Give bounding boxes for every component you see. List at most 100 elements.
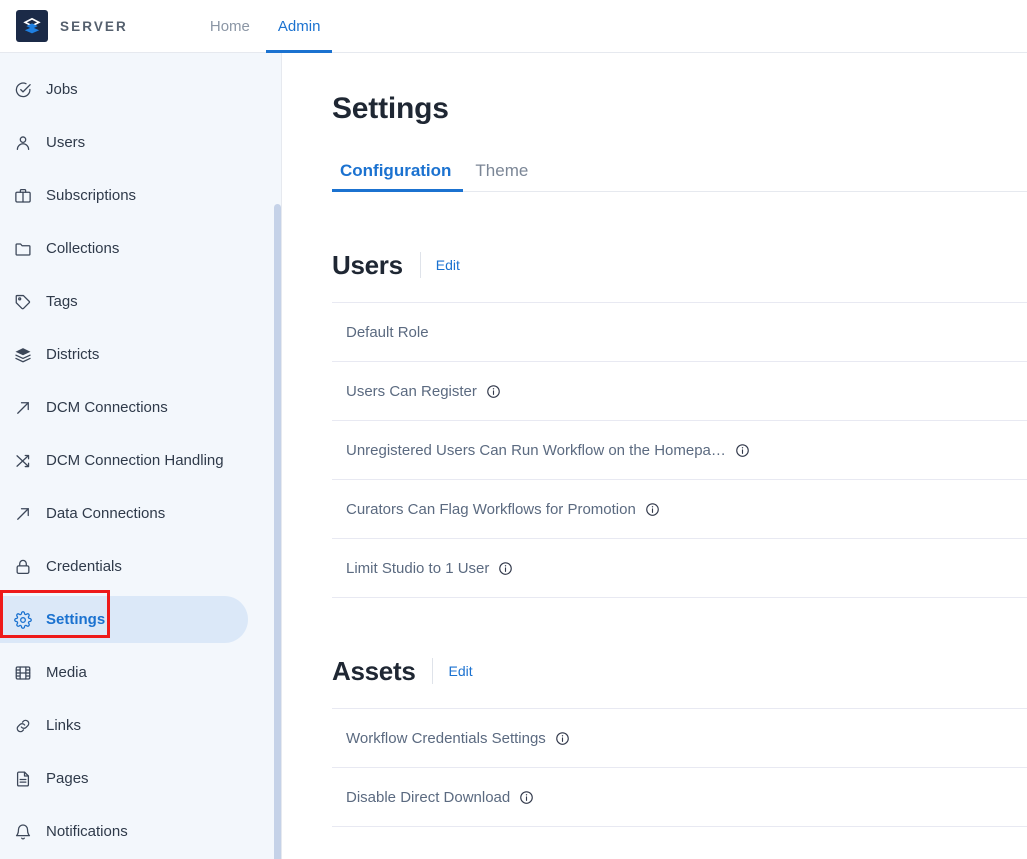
info-icon[interactable] [486,384,501,399]
nav-item-home[interactable]: Home [196,0,264,53]
setting-label-text: Unregistered Users Can Run Workflow on t… [346,442,726,459]
app-window: SERVER Home Admin Jobs [0,0,1027,859]
sidebar-item-label: Links [46,717,81,734]
setting-label-text: Disable Direct Download [346,789,510,806]
sidebar-item-data-connections[interactable]: Data Connections [0,487,281,540]
setting-label-text: Users Can Register [346,383,477,400]
top-nav: Home Admin [196,0,335,53]
setting-label-text: Workflow Credentials Settings [346,730,546,747]
sidebar-item-jobs[interactable]: Jobs [0,63,281,116]
sidebar-item-label: Credentials [46,558,122,575]
bell-icon [12,821,34,843]
sidebar-item-notifications[interactable]: Notifications [0,805,281,858]
folder-icon [12,238,34,260]
gear-icon [12,609,34,631]
setting-label: Curators Can Flag Workflows for Promotio… [346,501,660,518]
brand[interactable]: SERVER [16,10,128,42]
sidebar-list: Jobs Users Subscriptio [0,53,281,858]
sidebar-item-tags[interactable]: Tags [0,275,281,328]
setting-label-text: Curators Can Flag Workflows for Promotio… [346,501,636,518]
link-icon [12,715,34,737]
settings-rows: Workflow Credentials Settings Use Defaul… [332,708,1027,827]
layers-icon [12,344,34,366]
check-circle-icon [12,79,34,101]
sidebar-scrollbar[interactable] [274,204,281,859]
arrow-up-right-icon [12,503,34,525]
edit-users-link[interactable]: Edit [436,257,460,273]
section-users: Users Edit Default Role Viewer Users Can… [332,242,1027,598]
sidebar-item-label: Tags [46,293,78,310]
person-icon [12,132,34,154]
info-icon[interactable] [519,790,534,805]
sidebar-item-links[interactable]: Links [0,699,281,752]
setting-row[interactable]: Limit Studio to 1 User [332,539,1027,598]
sidebar-item-label: Subscriptions [46,187,136,204]
info-icon[interactable] [735,443,750,458]
sidebar-item-label: Notifications [46,823,128,840]
divider [432,658,433,684]
sidebar-item-label: Districts [46,346,99,363]
section-title: Assets [332,656,415,687]
section-assets: Assets Edit Workflow Credentials Setting… [332,648,1027,827]
setting-row[interactable]: Default Role Viewer [332,303,1027,362]
sidebar: Jobs Users Subscriptio [0,53,282,859]
sidebar-item-subscriptions[interactable]: Subscriptions [0,169,281,222]
section-header: Users Edit [332,242,1027,288]
active-pill [0,596,248,643]
sidebar-item-users[interactable]: Users [0,116,281,169]
setting-row[interactable]: Unregistered Users Can Run Workflow on t… [332,421,1027,480]
briefcase-icon [12,185,34,207]
shuffle-icon [12,450,34,472]
film-icon [12,662,34,684]
setting-label-text: Limit Studio to 1 User [346,560,489,577]
setting-label: Users Can Register [346,383,501,400]
sidebar-item-label: Jobs [46,81,78,98]
arrow-up-right-icon [12,397,34,419]
setting-row[interactable]: Users Can Register [332,362,1027,421]
sidebar-item-media[interactable]: Media [0,646,281,699]
setting-label: Disable Direct Download [346,789,534,806]
document-icon [12,768,34,790]
sidebar-item-label: Data Connections [46,505,165,522]
divider [420,252,421,278]
brand-name: SERVER [60,19,128,34]
setting-label: Workflow Credentials Settings [346,730,570,747]
main-content: Settings Configuration Theme Users Edit … [283,53,1027,859]
sidebar-item-label: Pages [46,770,89,787]
info-icon[interactable] [645,502,660,517]
sidebar-item-dcm-connection-handling[interactable]: DCM Connection Handling [0,434,281,487]
sidebar-item-label: DCM Connections [46,399,168,416]
info-icon[interactable] [555,731,570,746]
page-title: Settings [332,92,1027,126]
tab-bar: Configuration Theme [332,152,1027,192]
layers-stack-logo-icon [16,10,48,42]
info-icon[interactable] [498,561,513,576]
setting-row[interactable]: Workflow Credentials Settings Use Defaul… [332,709,1027,768]
section-header: Assets Edit [332,648,1027,694]
sidebar-item-pages[interactable]: Pages [0,752,281,805]
tab-configuration[interactable]: Configuration [332,161,463,191]
sidebar-item-collections[interactable]: Collections [0,222,281,275]
sidebar-item-label: DCM Connection Handling [46,452,224,469]
top-bar: SERVER Home Admin [0,0,1027,53]
sidebar-item-dcm-connections[interactable]: DCM Connections [0,381,281,434]
edit-assets-link[interactable]: Edit [448,663,472,679]
setting-row[interactable]: Curators Can Flag Workflows for Promotio… [332,480,1027,539]
lock-icon [12,556,34,578]
sidebar-item-settings[interactable]: Settings [0,593,281,646]
setting-label: Limit Studio to 1 User [346,560,513,577]
setting-label: Default Role [346,324,429,341]
setting-label: Unregistered Users Can Run Workflow on t… [346,442,750,459]
settings-rows: Default Role Viewer Users Can Register [332,302,1027,598]
nav-item-admin[interactable]: Admin [264,0,335,53]
sidebar-item-districts[interactable]: Districts [0,328,281,381]
sidebar-item-label: Media [46,664,87,681]
tab-theme[interactable]: Theme [463,161,540,191]
sidebar-item-label: Collections [46,240,119,257]
setting-row[interactable]: Disable Direct Download [332,768,1027,827]
sidebar-item-label: Users [46,134,85,151]
tag-icon [12,291,34,313]
section-title: Users [332,250,403,281]
sidebar-item-label: Settings [46,611,105,628]
sidebar-item-credentials[interactable]: Credentials [0,540,281,593]
